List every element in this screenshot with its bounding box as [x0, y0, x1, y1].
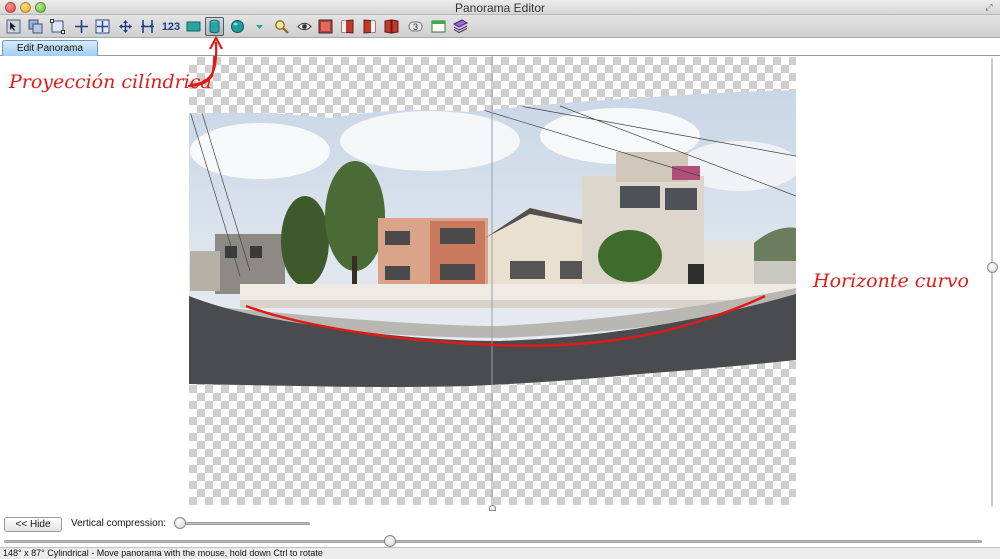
window-icon[interactable] — [429, 17, 448, 36]
panorama-photo — [189, 90, 796, 387]
panorama-editor-window: Panorama Editor ⤢ 123 3 Edit Panorama Pr… — [0, 0, 1000, 559]
projection-annotation: Proyección cilíndrica — [9, 71, 212, 93]
vertical-compression-track[interactable] — [178, 522, 310, 525]
fullscreen-icon[interactable]: ⤢ — [984, 2, 994, 12]
three-label: 3 — [412, 21, 418, 32]
vertical-scroll-track[interactable] — [991, 58, 993, 506]
bottom-controls: << Hide Vertical compression: — [0, 513, 1000, 547]
horizontal-scroll-thumb[interactable] — [384, 535, 396, 547]
layers-icon[interactable] — [451, 17, 470, 36]
panorama-canvas[interactable]: Proyección cilíndrica Horizonte curvo — [0, 35, 1000, 513]
hide-button[interactable]: << Hide — [4, 517, 62, 532]
horizon-annotation: Horizonte curvo — [813, 270, 969, 292]
vertical-scroll-thumb[interactable] — [987, 262, 998, 273]
center-handle[interactable] — [489, 505, 496, 511]
status-bar: 148° x 87° Cylindrical - Move panorama w… — [0, 547, 1000, 559]
three-button[interactable]: 3 — [406, 17, 425, 36]
vertical-compression-slider[interactable] — [174, 517, 186, 529]
vertical-compression-label: Vertical compression: — [71, 518, 167, 529]
horizontal-scroll-track[interactable] — [4, 540, 982, 543]
